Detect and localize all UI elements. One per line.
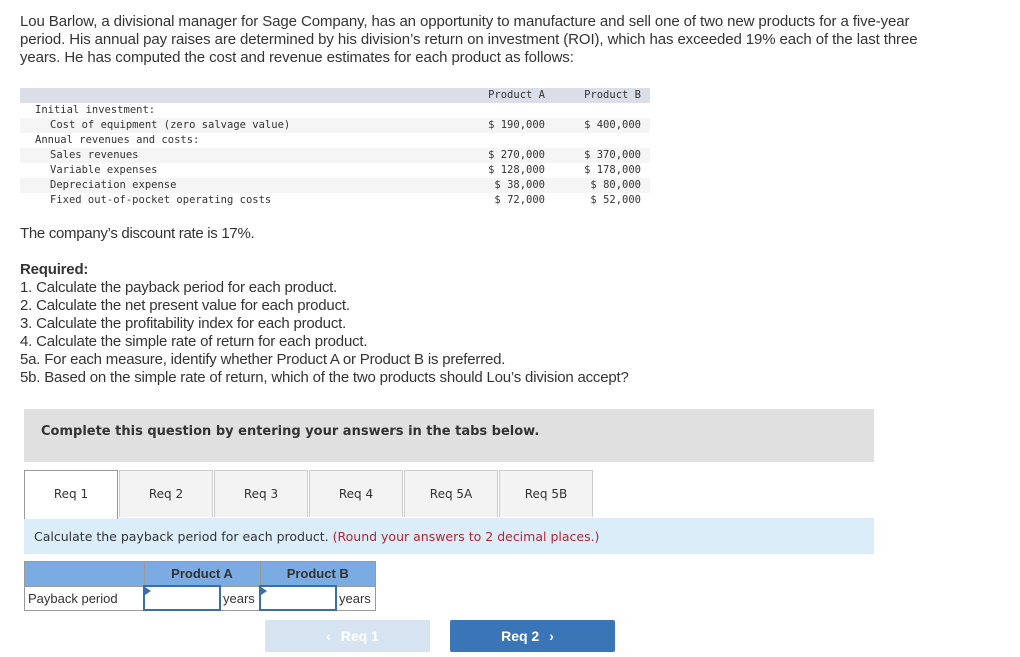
tab-req-2[interactable]: Req 2 [119,470,213,517]
value-product-b: $ 80,000 [590,179,641,191]
requirement-tabs: Req 1 Req 2 Req 3 Req 4 Req 5A Req 5B [24,470,874,519]
table-row: Variable expenses $ 128,000 $ 178,000 [20,163,650,178]
value-product-b: $ 370,000 [584,149,641,161]
rounding-hint: (Round your answers to 2 decimal places.… [332,529,600,544]
value-product-a: $ 38,000 [494,179,545,191]
chevron-left-icon: ‹ [326,628,331,644]
table-header-row: Product A Product B [20,88,650,103]
table-row: Depreciation expense $ 38,000 $ 80,000 [20,178,650,193]
row-label: Variable expenses [50,164,158,176]
prompt-line: Calculate the payback period for each pr… [34,529,599,544]
answer-row: Payback period years years [24,585,376,611]
row-label: Annual revenues and costs: [35,134,200,146]
value-product-b: $ 178,000 [584,164,641,176]
unit-label: years [335,585,376,611]
required-item: 3. Calculate the profitability index for… [20,315,347,332]
required-item: 5b. Based on the simple rate of return, … [20,369,629,386]
required-heading: Required: [20,261,89,278]
instruction-banner: Complete this question by entering your … [24,409,874,462]
payback-product-a-input[interactable] [145,589,219,607]
required-item: 5a. For each measure, identify whether P… [20,351,506,368]
instruction-text: Complete this question by entering your … [41,424,540,439]
question-prompt: Calculate the payback period for each pr… [24,518,874,554]
answer-header-product-b: Product B [259,561,376,587]
row-label: Sales revenues [50,149,139,161]
table-row: Annual revenues and costs: [20,133,650,148]
next-label: Req 2 [501,628,540,644]
prompt-text: Calculate the payback period for each pr… [34,529,329,544]
discount-rate-text: The company’s discount rate is 17%. [20,225,255,242]
table-row: Cost of equipment (zero salvage value) $… [20,118,650,133]
value-product-b: $ 400,000 [584,119,641,131]
prev-req-button[interactable]: ‹ Req 1 [265,620,430,652]
payback-period-label: Payback period [24,585,145,611]
payback-answer-table: Product A Product B Payback period years… [24,561,376,611]
row-label: Cost of equipment (zero salvage value) [50,119,291,131]
tab-req-5b[interactable]: Req 5B [499,470,593,517]
product-a-input-cell [143,585,221,611]
answer-header-product-a: Product A [143,561,261,587]
input-flag-icon [261,587,267,595]
next-req-button[interactable]: Req 2 › [450,620,615,652]
answer-header-row: Product A Product B [24,561,376,587]
input-flag-icon [145,587,151,595]
payback-product-b-input[interactable] [261,589,335,607]
problem-intro: Lou Barlow, a divisional manager for Sag… [20,13,918,66]
value-product-a: $ 190,000 [488,119,545,131]
value-product-a: $ 270,000 [488,149,545,161]
value-product-a: $ 128,000 [488,164,545,176]
header-product-b: Product B [584,89,641,101]
row-label: Fixed out-of-pocket operating costs [50,194,272,206]
required-item: 4. Calculate the simple rate of return f… [20,333,368,350]
value-product-b: $ 52,000 [590,194,641,206]
header-product-a: Product A [488,89,545,101]
tab-req-1[interactable]: Req 1 [24,470,118,519]
row-label: Depreciation expense [50,179,177,191]
header-blank [24,561,145,587]
table-row: Fixed out-of-pocket operating costs $ 72… [20,193,650,208]
required-item: 1. Calculate the payback period for each… [20,279,338,296]
cost-revenue-table: Product A Product B Initial investment: … [20,88,650,208]
required-section: Required: 1. Calculate the payback perio… [20,261,629,387]
value-product-a: $ 72,000 [494,194,545,206]
table-row: Sales revenues $ 270,000 $ 370,000 [20,148,650,163]
row-label: Initial investment: [35,104,156,116]
tab-req-4[interactable]: Req 4 [309,470,403,517]
prev-label: Req 1 [340,628,379,644]
tab-req-3[interactable]: Req 3 [214,470,308,517]
required-item: 2. Calculate the net present value for e… [20,297,350,314]
chevron-right-icon: › [549,628,554,644]
product-b-input-cell [259,585,337,611]
table-row: Initial investment: [20,103,650,118]
tab-req-5a[interactable]: Req 5A [404,470,498,517]
unit-label: years [219,585,261,611]
